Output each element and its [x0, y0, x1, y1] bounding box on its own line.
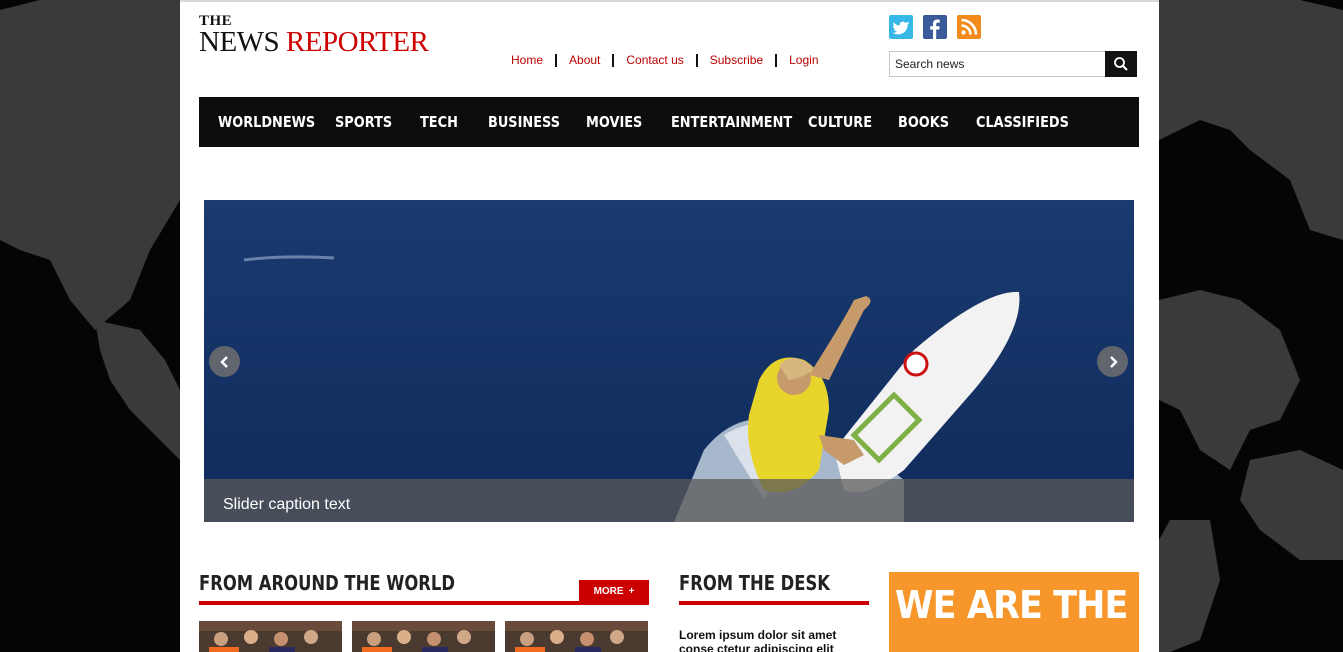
chevron-right-icon — [1109, 355, 1118, 368]
news-thumbnail[interactable] — [352, 621, 495, 652]
section-title-world: FROM AROUND THE WORLD — [199, 571, 455, 595]
slide-image — [204, 200, 1134, 522]
facebook-icon[interactable] — [923, 15, 947, 39]
search-input[interactable] — [889, 51, 1105, 77]
nav-tech[interactable]: TECH — [420, 113, 458, 131]
page-container: THE NEWS REPORTER Home About Contact us … — [180, 0, 1159, 652]
image-slider[interactable]: Slider caption text — [204, 200, 1134, 522]
nav-classifieds[interactable]: CLASSIFIEDS — [976, 113, 1069, 131]
news-thumbnail[interactable] — [505, 621, 648, 652]
twitter-icon[interactable] — [889, 15, 913, 39]
desk-article-link[interactable]: Lorem ipsum dolor sit amet conse ctetur … — [679, 628, 869, 652]
more-button[interactable]: MORE + — [579, 580, 649, 603]
top-link-home[interactable]: Home — [504, 54, 555, 67]
ad-text: WE ARE THE WORLD'S — [895, 583, 1139, 627]
plus-icon: + — [628, 586, 635, 597]
logo-reporter: REPORTER — [285, 26, 429, 58]
main-nav: WORLDNEWS SPORTS TECH BUSINESS MOVIES EN… — [199, 97, 1139, 147]
nav-books[interactable]: BOOKS — [898, 113, 949, 131]
slider-prev-button[interactable] — [209, 346, 240, 377]
nav-culture[interactable]: CULTURE — [808, 113, 872, 131]
search-button[interactable] — [1105, 51, 1137, 77]
search-box — [889, 51, 1137, 77]
news-thumbnail[interactable] — [199, 621, 342, 652]
news-thumbnail-image — [352, 621, 495, 652]
top-link-login[interactable]: Login — [775, 54, 830, 67]
slider-next-button[interactable] — [1097, 346, 1128, 377]
logo-news: NEWS — [199, 26, 280, 58]
nav-sports[interactable]: SPORTS — [335, 113, 392, 131]
chevron-left-icon — [219, 355, 228, 368]
section-title-desk: FROM THE DESK — [679, 571, 830, 595]
search-icon — [1114, 57, 1128, 71]
news-thumbnail-image — [199, 621, 342, 652]
rss-icon[interactable] — [957, 15, 981, 39]
advertisement-banner[interactable]: WE ARE THE WORLD'S — [889, 572, 1139, 652]
top-links: Home About Contact us Subscribe Login — [504, 54, 831, 67]
logo-wordmark: NEWS REPORTER — [199, 26, 429, 58]
nav-business[interactable]: BUSINESS — [488, 113, 560, 131]
news-thumbnail-image — [505, 621, 648, 652]
nav-worldnews[interactable]: WORLDNEWS — [218, 113, 315, 131]
top-link-contact[interactable]: Contact us — [612, 54, 695, 67]
slider-caption-bar: Slider caption text — [204, 479, 1134, 522]
social-icons — [889, 15, 981, 39]
nav-movies[interactable]: MOVIES — [586, 113, 642, 131]
top-link-subscribe[interactable]: Subscribe — [695, 54, 775, 67]
nav-entertainment[interactable]: ENTERTAINMENT — [671, 113, 792, 131]
slider-caption: Slider caption text — [223, 496, 351, 513]
more-label: MORE — [593, 586, 624, 597]
site-logo[interactable]: THE NEWS REPORTER — [199, 14, 429, 58]
section-underline-desk — [679, 601, 869, 605]
top-link-about[interactable]: About — [555, 54, 612, 67]
